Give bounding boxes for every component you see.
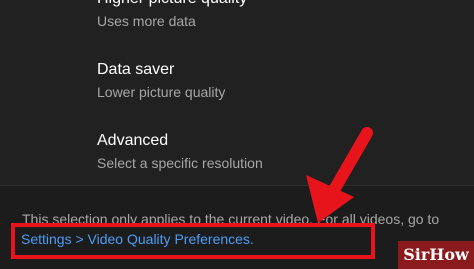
video-quality-options: Higher picture quality Uses more data Da… (0, 0, 474, 185)
option-subtitle: Uses more data (97, 13, 196, 29)
option-subtitle: Select a specific resolution (97, 155, 263, 171)
option-higher-picture-quality[interactable]: Higher picture quality Uses more data (97, 0, 247, 30)
watermark-logo: SirHow (398, 241, 474, 269)
option-data-saver[interactable]: Data saver Lower picture quality (97, 60, 225, 101)
option-title: Data saver (97, 61, 175, 78)
option-title: Advanced (97, 132, 169, 149)
option-title: Higher picture quality (97, 0, 247, 9)
annotation-arrow-icon (306, 127, 373, 223)
option-subtitle: Lower picture quality (97, 84, 226, 100)
option-advanced[interactable]: Advanced Select a specific resolution (97, 131, 263, 172)
